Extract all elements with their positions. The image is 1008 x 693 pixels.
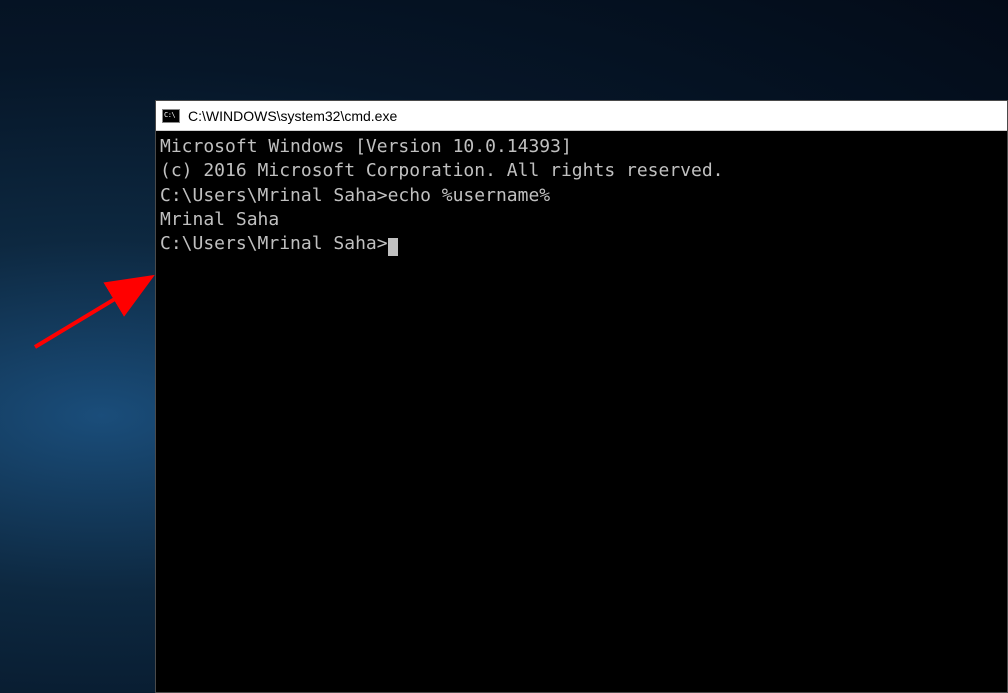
cmd-icon-text: C:\ — [164, 112, 175, 119]
window-title: C:\WINDOWS\system32\cmd.exe — [188, 108, 397, 124]
cursor — [388, 238, 398, 256]
cmd-window: C:\ C:\WINDOWS\system32\cmd.exe Microsof… — [155, 100, 1008, 693]
prompt-1: C:\Users\Mrinal Saha> — [160, 185, 388, 206]
annotation-arrow — [30, 265, 165, 355]
title-bar[interactable]: C:\ C:\WINDOWS\system32\cmd.exe — [156, 101, 1007, 131]
cmd-icon: C:\ — [162, 109, 180, 123]
terminal-header-line-1: Microsoft Windows [Version 10.0.14393] — [160, 135, 1003, 159]
terminal-body[interactable]: Microsoft Windows [Version 10.0.14393](c… — [156, 131, 1007, 692]
terminal-command-line-1: C:\Users\Mrinal Saha>echo %username% — [160, 184, 1003, 208]
terminal-output-1: Mrinal Saha — [160, 208, 1003, 232]
terminal-header-line-2: (c) 2016 Microsoft Corporation. All righ… — [160, 159, 1003, 183]
prompt-2: C:\Users\Mrinal Saha> — [160, 233, 388, 254]
terminal-prompt-line-2: C:\Users\Mrinal Saha> — [160, 232, 1003, 256]
command-1: echo %username% — [388, 185, 551, 206]
